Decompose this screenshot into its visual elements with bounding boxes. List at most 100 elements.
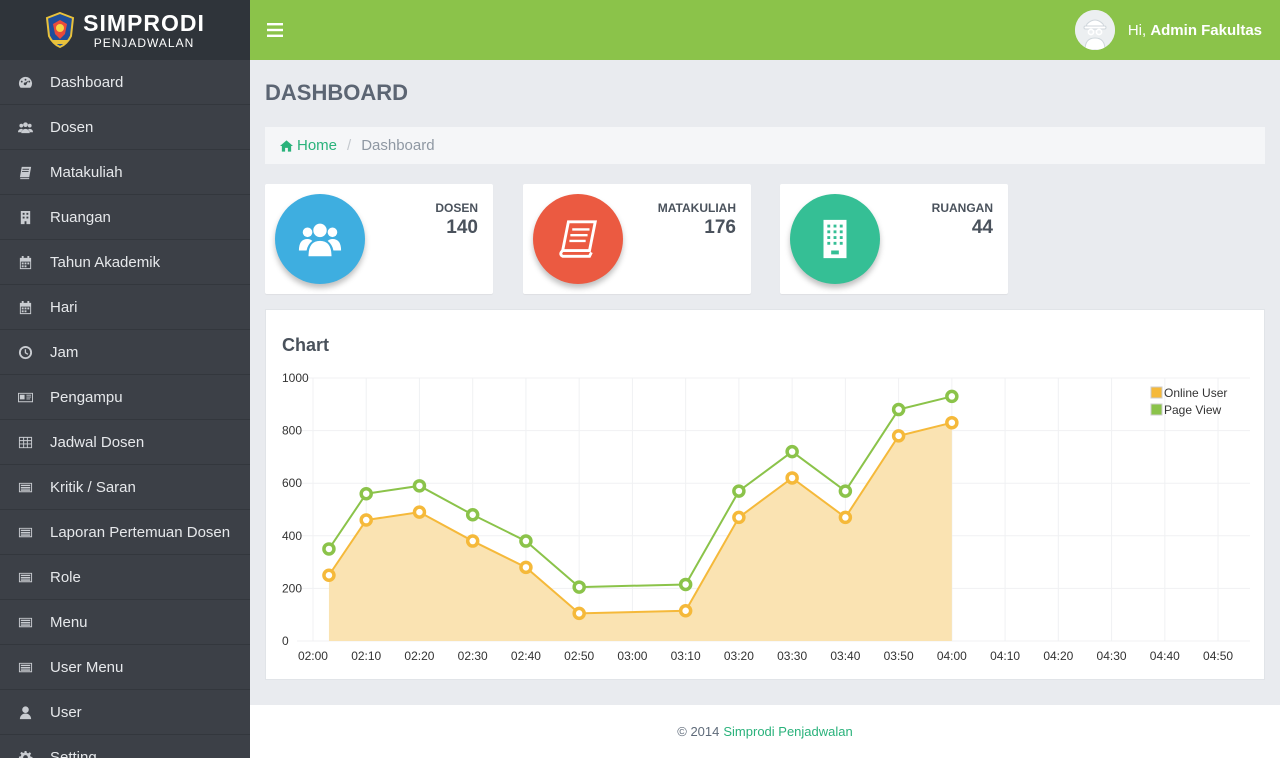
sidebar-item-label: Pengampu <box>50 388 123 406</box>
sidebar-item-label: Kritik / Saran <box>50 478 136 496</box>
sidebar-item-jam[interactable]: Jam <box>0 330 250 375</box>
y-tick-label: 200 <box>282 581 302 595</box>
sidebar-item-label: Ruangan <box>50 208 111 226</box>
data-point-online-user <box>322 568 336 582</box>
hamburger-icon <box>267 23 283 37</box>
greeting-prefix: Hi, <box>1127 21 1151 39</box>
sidebar-item-jadwal-dosen[interactable]: Jadwal Dosen <box>0 420 250 465</box>
user-icon <box>0 705 50 720</box>
sidebar-item-hari[interactable]: Hari <box>0 285 250 330</box>
clock-icon <box>0 345 50 360</box>
series-area-online-user <box>328 422 952 641</box>
x-tick-label: 02:00 <box>298 649 328 663</box>
footer-copyright: © 2014 <box>677 724 720 739</box>
menu-toggle-button[interactable] <box>250 0 300 60</box>
list-icon <box>0 615 50 630</box>
legend-swatch <box>1150 403 1163 416</box>
sidebar-item-label: Laporan Pertemuan Dosen <box>50 523 231 541</box>
breadcrumb: Home / Dashboard <box>265 127 1265 164</box>
username: Admin Fakultas <box>1150 21 1262 39</box>
list-icon <box>0 570 50 585</box>
stat-card-matakuliah[interactable]: MATAKULIAH 176 <box>523 184 751 294</box>
x-tick-label: 03:10 <box>671 649 701 663</box>
sidebar: SIMPRODI PENJADWALAN Dashboard Dosen Mat… <box>0 0 250 758</box>
x-tick-label: 02:50 <box>564 649 594 663</box>
x-tick-label: 04:30 <box>1097 649 1127 663</box>
dashboard-icon <box>0 75 50 90</box>
sidebar-item-dosen[interactable]: Dosen <box>0 105 250 150</box>
sidebar-item-label: Menu <box>50 613 88 631</box>
sidebar-item-pengampu[interactable]: Pengampu <box>0 375 250 420</box>
y-tick-label: 600 <box>282 476 302 490</box>
sidebar-item-dashboard[interactable]: Dashboard <box>0 60 250 105</box>
data-point-page-view <box>359 486 373 501</box>
list-icon <box>0 660 50 675</box>
stat-label: MATAKULIAH <box>657 201 736 215</box>
legend-label: Page View <box>1164 403 1221 417</box>
data-point-online-user <box>945 415 959 430</box>
y-tick-label: 0 <box>282 634 289 648</box>
gear-icon <box>0 750 50 758</box>
chart-panel: Chart 0 200 400 600 800 1000 02:00 02:10 02:20 02… <box>265 309 1265 680</box>
calendar-icon <box>0 255 50 270</box>
stat-card-ruangan[interactable]: RUANGAN 44 <box>780 184 1008 294</box>
stat-card-dosen[interactable]: DOSEN 140 <box>265 184 493 294</box>
sidebar-item-role[interactable]: Role <box>0 555 250 600</box>
breadcrumb-current: Dashboard <box>361 137 435 154</box>
sidebar-item-tahun-akademik[interactable]: Tahun Akademik <box>0 240 250 285</box>
data-point-page-view <box>732 484 746 498</box>
data-point-online-user <box>785 471 799 485</box>
sidebar-item-label: Dosen <box>50 118 94 136</box>
main-content: DASHBOARD Home / Dashboard DOSEN 140 MAT… <box>250 60 1280 705</box>
brand[interactable]: SIMPRODI PENJADWALAN <box>0 0 250 60</box>
sidebar-item-ruangan[interactable]: Ruangan <box>0 195 250 240</box>
sidebar-item-laporan-pertemuan-dosen[interactable]: Laporan Pertemuan Dosen <box>0 510 250 555</box>
sidebar-item-label: User Menu <box>50 658 124 676</box>
sidebar-menu: Dashboard Dosen Matakuliah Ruangan Tahun… <box>0 60 250 758</box>
data-point-page-view <box>412 479 427 493</box>
sidebar-item-user-menu[interactable]: User Menu <box>0 645 250 690</box>
sidebar-item-matakuliah[interactable]: Matakuliah <box>0 150 250 195</box>
sidebar-item-label: User <box>50 703 82 721</box>
stat-value: 44 <box>971 217 993 238</box>
table-icon <box>0 435 50 450</box>
footer-link[interactable]: Simprodi Penjadwalan <box>723 724 852 739</box>
data-point-online-user <box>412 505 427 519</box>
sidebar-item-label: Dashboard <box>50 73 124 91</box>
data-point-online-user <box>891 429 906 443</box>
building-icon <box>0 210 50 225</box>
users-icon <box>298 223 342 257</box>
data-point-online-user <box>465 534 480 548</box>
incognito-user-icon <box>1074 10 1115 50</box>
user-menu[interactable]: Hi, Admin Fakultas <box>1074 10 1262 50</box>
page-title: DASHBOARD <box>265 80 408 105</box>
stat-circle <box>790 194 880 284</box>
brand-subtitle: PENJADWALAN <box>93 35 195 50</box>
breadcrumb-home-link[interactable]: Home <box>280 137 337 154</box>
data-point-page-view <box>678 577 693 592</box>
legend-label: Online User <box>1164 386 1227 400</box>
legend-swatch <box>1150 386 1163 399</box>
x-tick-label: 02:30 <box>458 649 488 663</box>
data-point-online-user <box>359 513 373 527</box>
stat-label: DOSEN <box>435 201 478 215</box>
x-tick-label: 04:10 <box>990 649 1020 663</box>
sidebar-item-kritik-saran[interactable]: Kritik / Saran <box>0 465 250 510</box>
stat-circle <box>275 194 365 284</box>
data-point-page-view <box>785 444 799 459</box>
x-tick-label: 03:30 <box>777 649 807 663</box>
x-tick-label: 03:50 <box>884 649 914 663</box>
breadcrumb-separator: / <box>347 137 352 154</box>
y-tick-label: 800 <box>282 424 302 438</box>
sidebar-item-setting[interactable]: Setting <box>0 735 250 758</box>
breadcrumb-home-label: Home <box>297 137 338 154</box>
sidebar-item-user[interactable]: User <box>0 690 250 735</box>
avatar <box>1074 10 1115 50</box>
data-point-online-user <box>572 606 586 621</box>
sidebar-item-label: Hari <box>50 298 78 316</box>
data-point-page-view <box>838 484 853 498</box>
id-card-icon <box>0 390 50 405</box>
x-tick-label: 03:40 <box>830 649 860 663</box>
calendar-icon <box>0 300 50 315</box>
sidebar-item-menu[interactable]: Menu <box>0 600 250 645</box>
